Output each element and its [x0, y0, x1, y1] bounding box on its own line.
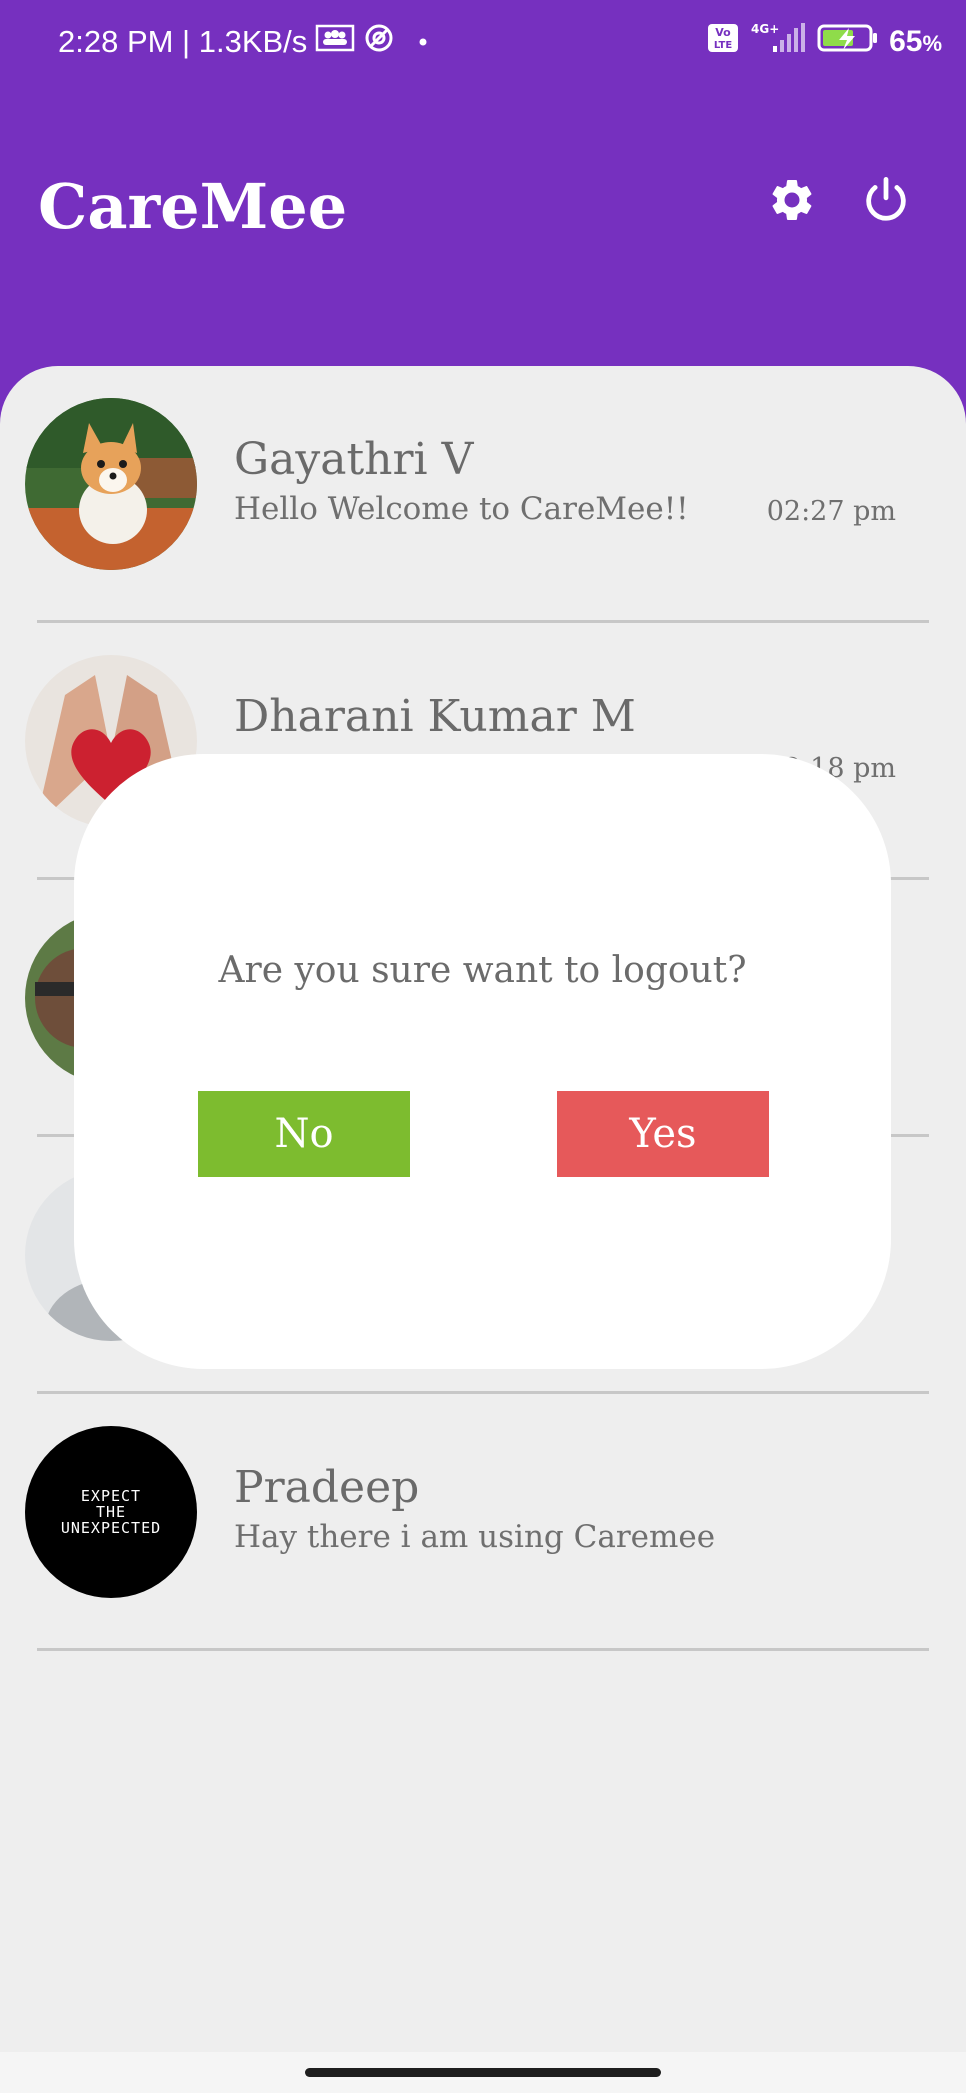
- chat-item[interactable]: Gayathri V Hello Welcome to CareMee!! 02…: [0, 366, 966, 623]
- dialog-message: Are you sure want to logout?: [218, 950, 747, 991]
- chat-time: 02:27 pm: [766, 496, 896, 527]
- chat-name: Gayathri V: [234, 434, 474, 485]
- no-button[interactable]: No: [198, 1091, 410, 1177]
- battery-icon: [817, 23, 879, 61]
- logout-dialog: Are you sure want to logout? No Yes: [74, 754, 891, 1369]
- yes-button[interactable]: Yes: [557, 1091, 769, 1177]
- chat-name: Pradeep: [234, 1462, 420, 1513]
- chat-last-message: Hay there i am using Caremee: [234, 1519, 716, 1555]
- svg-text:LTE: LTE: [714, 40, 733, 51]
- status-right: Vo LTE 4G+ 65%: [707, 22, 942, 62]
- signal-icon: 4G+: [749, 22, 807, 62]
- app-bar: CareMee: [0, 90, 966, 360]
- gear-icon: [772, 179, 812, 220]
- contacts-icon: [315, 23, 355, 61]
- chat-name: Dharani Kumar M: [234, 691, 636, 742]
- power-icon: [866, 177, 906, 221]
- status-left: 2:28 PM | 1.3KB/s: [58, 22, 433, 62]
- avatar: [25, 398, 197, 570]
- network-label: 4G+: [751, 22, 779, 36]
- settings-button[interactable]: [760, 168, 824, 232]
- avatar-text: EXPECT THE UNEXPECTED: [60, 1487, 162, 1537]
- chat-item[interactable]: EXPECT THE UNEXPECTED Pradeep Hay there …: [0, 1394, 966, 1651]
- status-time-speed: 2:28 PM | 1.3KB/s: [58, 24, 308, 59]
- app-title: CareMee: [38, 170, 348, 243]
- volte-icon: Vo LTE: [707, 23, 739, 61]
- data-saver-icon: [363, 22, 395, 62]
- battery-level: 65%: [889, 25, 942, 58]
- chat-last-message: Hello Welcome to CareMee!!: [234, 491, 689, 527]
- avatar: EXPECT THE UNEXPECTED: [25, 1426, 197, 1598]
- divider: [37, 1648, 929, 1651]
- notification-dot-icon: [403, 24, 433, 60]
- home-gesture-bar[interactable]: [305, 2068, 661, 2077]
- logout-button[interactable]: [854, 168, 918, 232]
- svg-text:Vo: Vo: [715, 26, 731, 39]
- status-bar: 2:28 PM | 1.3KB/s Vo LTE 4G+ 65%: [0, 0, 966, 90]
